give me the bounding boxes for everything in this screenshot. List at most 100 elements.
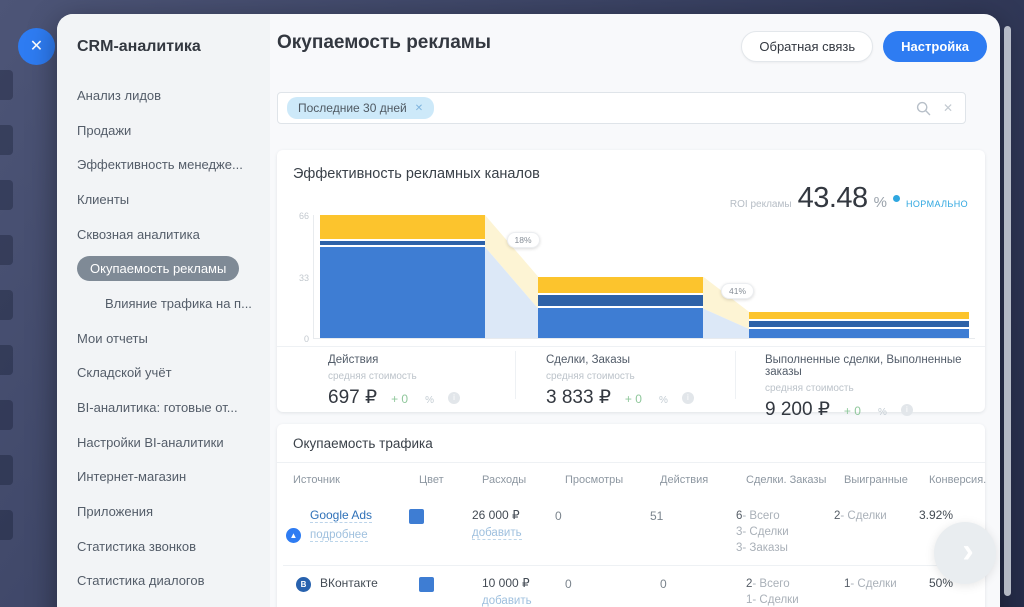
stat-name: Выполненные сделки, Выполненные заказы: [765, 354, 985, 378]
google-ads-icon: ▲: [286, 528, 301, 543]
sidebar-item[interactable]: Настройки BI-аналитики: [57, 425, 270, 460]
sidebar-title: CRM-аналитика: [77, 38, 201, 56]
won-line: 1- Сделки: [844, 576, 929, 592]
source-name[interactable]: Google Ads: [310, 508, 372, 523]
deals-line: 3- Сделки: [736, 524, 834, 540]
feedback-button[interactable]: Обратная связь: [741, 31, 873, 62]
sidebar-item[interactable]: Продажи: [57, 113, 270, 148]
stat-delta-unit: %: [878, 407, 887, 418]
info-icon[interactable]: i: [448, 392, 460, 404]
funnel-segment-middle[interactable]: [538, 295, 703, 306]
y-axis-tick-label: 0: [283, 334, 309, 344]
stat-name: Сделки, Заказы: [546, 354, 694, 366]
deals-label: - Всего: [742, 510, 779, 522]
sidebar-item-label: Настройки BI-аналитики: [77, 435, 224, 450]
table-divider: [277, 462, 985, 463]
info-icon[interactable]: i: [901, 404, 913, 416]
column-header[interactable]: Источник: [293, 474, 419, 486]
funnel-segment-bottom[interactable]: [749, 329, 969, 338]
y-axis-tick-label: 66: [283, 211, 309, 221]
stat-value-row: 9 200 ₽+ 0%i: [765, 398, 985, 421]
expenses-value: 10 000 ₽: [482, 576, 565, 590]
deals-label: - Всего: [752, 578, 789, 590]
views-cell: 0: [555, 508, 650, 523]
screen: ✕ CRM-аналитика Анализ лидовПродажиЭффек…: [0, 0, 1024, 607]
deals-cell: 2- Всего1- Сделки1- Заказы: [746, 576, 844, 607]
column-header[interactable]: Цвет: [419, 474, 482, 486]
funnel-segment-top[interactable]: [320, 215, 485, 239]
sidebar-item[interactable]: Влияние трафика на п...: [57, 286, 270, 321]
funnel-segment-middle[interactable]: [749, 321, 969, 327]
sidebar-item[interactable]: Клиенты: [57, 182, 270, 217]
panel-scrollbar[interactable]: [1004, 26, 1011, 596]
deals-label: - Заказы: [742, 542, 787, 554]
deals-label: - Сделки: [752, 594, 798, 606]
stats-divider: [277, 346, 985, 347]
funnel-card-title: Эффективность рекламных каналов: [293, 166, 540, 182]
column-header[interactable]: Действия: [660, 474, 746, 486]
table-card-title: Окупаемость трафика: [293, 436, 433, 451]
deals-line: 1- Сделки: [746, 592, 844, 607]
sidebar-item-label: Окупаемость рекламы: [77, 256, 239, 281]
sidebar-item[interactable]: Эффективность менедже...: [57, 147, 270, 182]
funnel-chart[interactable]: 6633018%41%: [315, 215, 975, 338]
funnel-segment-top[interactable]: [538, 277, 703, 294]
sidebar-item[interactable]: Складской учёт: [57, 356, 270, 391]
close-panel-button[interactable]: ✕: [18, 28, 55, 65]
column-header[interactable]: Просмотры: [565, 474, 660, 486]
funnel-segment-bottom[interactable]: [538, 308, 703, 338]
funnel-segment-bottom[interactable]: [320, 247, 485, 338]
funnel-segment-top[interactable]: [749, 312, 969, 319]
filter-chip[interactable]: Последние 30 дней ✕: [287, 97, 434, 119]
chip-remove-icon[interactable]: ✕: [415, 103, 423, 114]
filter-search-bar[interactable]: Последние 30 дней ✕ ✕: [277, 92, 966, 124]
column-header[interactable]: Выигранные: [844, 474, 929, 486]
expenses-add-link[interactable]: добавить: [472, 527, 522, 540]
column-header[interactable]: Расходы: [482, 474, 565, 486]
table-body: ▲Google Adsподробнее26 000 ₽добавить0516…: [283, 500, 985, 607]
sidebar-item-label: Влияние трафика на п...: [105, 296, 252, 311]
table-next-arrow[interactable]: ›: [934, 522, 996, 584]
stat-sublabel: средняя стоимость: [765, 383, 985, 394]
roi-value: 43.48: [798, 182, 868, 215]
settings-button[interactable]: Настройка: [883, 31, 987, 62]
sidebar-item[interactable]: Окупаемость рекламы: [57, 251, 270, 286]
views-cell: 0: [565, 576, 660, 591]
funnel-stat-block: Сделки, Заказысредняя стоимость3 833 ₽+ …: [546, 354, 694, 409]
roi-status-dot: [893, 195, 900, 202]
sidebar-item[interactable]: Мои отчеты: [57, 321, 270, 356]
stat-delta-unit: %: [659, 395, 668, 406]
header-buttons: Обратная связь Настройка: [741, 31, 987, 62]
vk-icon: В: [296, 577, 311, 592]
sidebar-item[interactable]: Приложения: [57, 494, 270, 529]
channel-color-swatch: [409, 509, 424, 524]
info-icon[interactable]: i: [682, 392, 694, 404]
roi-unit: %: [874, 194, 887, 211]
background-menu-icon: [0, 290, 13, 320]
column-header[interactable]: Сделки. Заказы: [746, 474, 844, 486]
expenses-add-link[interactable]: добавить: [482, 595, 532, 607]
table-header-row: ИсточникЦветРасходыПросмотрыДействияСдел…: [283, 474, 985, 486]
conversion-rate-badge: 18%: [507, 232, 540, 248]
source-details-link[interactable]: подробнее: [310, 529, 368, 542]
stat-value: 3 833 ₽: [546, 386, 611, 409]
deals-label: - Сделки: [742, 526, 788, 538]
stat-separator: [735, 351, 736, 399]
sidebar-item[interactable]: Статистика диалогов: [57, 564, 270, 599]
sidebar-item[interactable]: BI-аналитика: готовые от...: [57, 390, 270, 425]
search-icon[interactable]: [916, 101, 931, 116]
sidebar-item[interactable]: Интернет-магазин: [57, 460, 270, 495]
clear-filter-icon[interactable]: ✕: [943, 101, 953, 115]
stat-value: 9 200 ₽: [765, 398, 830, 421]
source-cell: ▲ Google Ads подробнее: [283, 508, 409, 542]
x-axis-line: [313, 338, 975, 339]
won-cell: 1- Сделки: [844, 576, 929, 592]
sidebar-item-label: Статистика диалогов: [77, 573, 205, 588]
funnel-segment-middle[interactable]: [320, 241, 485, 245]
channel-color-swatch: [419, 577, 434, 592]
sidebar-item[interactable]: Анализ лидов: [57, 78, 270, 113]
column-header[interactable]: Конверсия.: [929, 474, 986, 486]
sidebar-item[interactable]: Статистика звонков: [57, 529, 270, 564]
source-name[interactable]: ВКонтакте: [320, 576, 378, 590]
sidebar-item[interactable]: Сквозная аналитика: [57, 217, 270, 252]
